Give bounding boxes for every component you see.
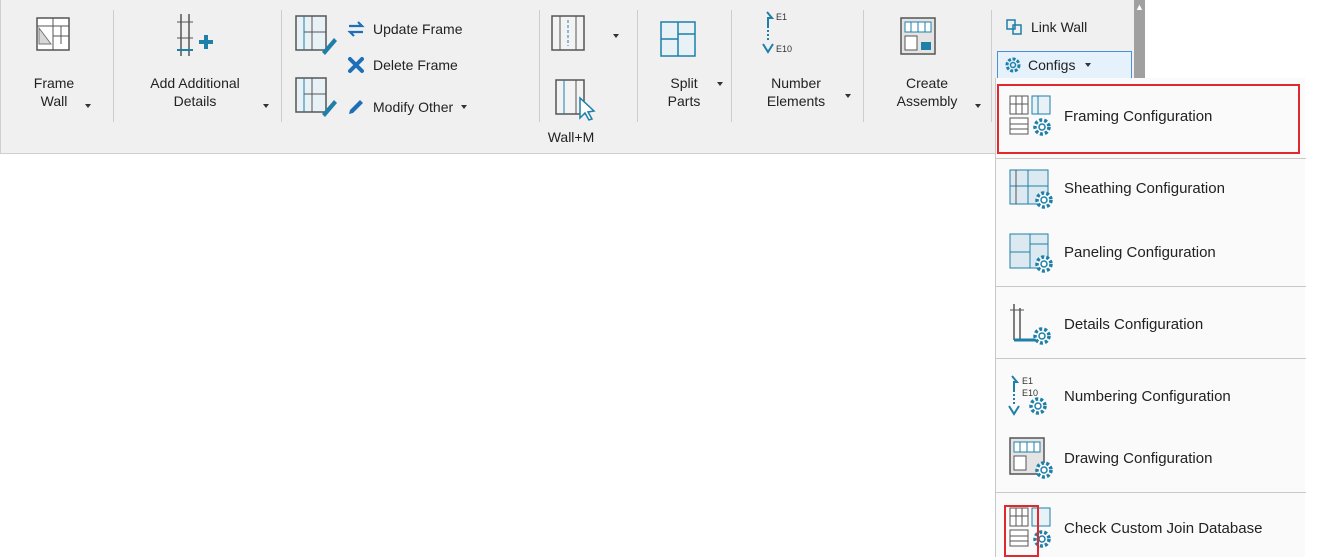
link-icon: [1003, 16, 1025, 38]
menu-separator: [996, 358, 1306, 359]
delete-frame-button[interactable]: Delete Frame: [345, 52, 458, 78]
split-parts-button[interactable]: Split Parts: [645, 8, 723, 126]
modify-frame-icon: [295, 77, 337, 117]
split-parts-icon: [660, 21, 696, 57]
frame-wall-label-1: Frame: [33, 75, 75, 91]
link-wall-button[interactable]: Link Wall: [1003, 14, 1087, 40]
configs-label: Configs: [1028, 57, 1076, 73]
link-wall-label: Link Wall: [1031, 19, 1088, 35]
chevron-down-icon: [85, 104, 91, 108]
gear-icon: [1004, 56, 1022, 74]
chevron-down-icon[interactable]: [613, 34, 619, 38]
chevron-down-icon: [263, 104, 269, 108]
refresh-arrows-icon: [345, 18, 367, 40]
x-delete-icon: [345, 54, 367, 76]
paneling-config-label: Paneling Configuration: [1064, 243, 1216, 261]
number-elements-label-2: Elements: [766, 93, 826, 109]
split-parts-label-1: Split: [670, 75, 698, 91]
collapse-icon: ▲: [1135, 2, 1144, 12]
menu-separator: [996, 158, 1306, 159]
ribbon: Frame Wall Add Additional Details Update…: [0, 0, 1145, 154]
separator: [863, 10, 864, 122]
e1-text: E1: [1022, 376, 1033, 386]
chevron-down-icon: [845, 94, 851, 98]
add-details-label-2: Details: [173, 93, 217, 109]
wall-panel-icon: [551, 15, 585, 51]
wall-m-panel-label: Wall+M: [547, 129, 595, 145]
separator: [281, 10, 282, 122]
sheathing-config-label: Sheathing Configuration: [1064, 179, 1225, 197]
chevron-down-icon: [461, 105, 468, 109]
create-assembly-icon: [900, 17, 936, 55]
chevron-down-icon: [1085, 63, 1092, 67]
add-additional-details-button[interactable]: Add Additional Details: [119, 8, 271, 126]
chevron-down-icon: [975, 104, 981, 108]
menu-item-drawing-configuration[interactable]: Drawing Configuration: [996, 432, 1306, 484]
separator: [731, 10, 732, 122]
numbering-config-label: Numbering Configuration: [1064, 387, 1231, 405]
menu-item-paneling-configuration[interactable]: Paneling Configuration: [996, 226, 1306, 278]
modify-other-label: Modify Other: [373, 99, 454, 115]
menu-item-sheathing-configuration[interactable]: Sheathing Configuration: [996, 162, 1306, 214]
update-frame-label: Update Frame: [373, 21, 463, 37]
highlight-check-join-icon: [1004, 505, 1039, 557]
frame-wall-icon: [36, 17, 70, 51]
separator: [113, 10, 114, 122]
add-details-icon: [177, 14, 213, 56]
number-elements-button[interactable]: E1 E10 Number Elements: [739, 8, 853, 126]
create-assembly-label-2: Assembly: [896, 93, 958, 109]
menu-item-numbering-configuration[interactable]: E1 E10 Numbering Configuration: [996, 370, 1306, 422]
menu-separator: [996, 492, 1306, 493]
menu-separator: [996, 286, 1306, 287]
number-elements-icon: E1 E10: [762, 11, 792, 54]
e10-text: E10: [776, 44, 792, 54]
numbering-config-icon: E1 E10: [1008, 374, 1056, 418]
create-assembly-label-1: Create: [905, 75, 949, 91]
pencil-icon: [345, 96, 367, 118]
frame-wall-button[interactable]: Frame Wall: [9, 8, 99, 126]
menu-item-check-custom-join-database[interactable]: Check Custom Join Database: [996, 502, 1306, 554]
drawing-config-icon: [1008, 436, 1056, 480]
menu-item-details-configuration[interactable]: Details Configuration: [996, 298, 1306, 350]
details-config-label: Details Configuration: [1064, 315, 1204, 333]
modify-other-button[interactable]: Modify Other: [345, 94, 468, 120]
sheathing-config-icon: [1008, 166, 1056, 210]
details-config-icon: [1008, 302, 1056, 346]
configs-button[interactable]: Configs: [997, 51, 1132, 79]
separator: [991, 10, 992, 122]
separator: [539, 10, 540, 122]
check-join-database-label: Check Custom Join Database: [1064, 519, 1263, 537]
add-details-label-1: Add Additional: [150, 75, 240, 91]
create-assembly-button[interactable]: Create Assembly: [871, 8, 983, 126]
number-elements-label-1: Number: [771, 75, 821, 91]
highlight-framing-configuration: [997, 84, 1300, 154]
update-frame-icon: [295, 15, 337, 55]
wall-select-icon: [555, 79, 596, 121]
drawing-config-label: Drawing Configuration: [1064, 449, 1213, 467]
delete-frame-label: Delete Frame: [373, 57, 458, 73]
e1-text: E1: [776, 12, 787, 22]
update-frame-button[interactable]: Update Frame: [345, 16, 462, 42]
separator: [637, 10, 638, 122]
e10-text: E10: [1022, 388, 1038, 398]
chevron-down-icon: [717, 82, 723, 86]
paneling-config-icon: [1008, 230, 1056, 274]
split-parts-label-2: Parts: [667, 93, 701, 109]
